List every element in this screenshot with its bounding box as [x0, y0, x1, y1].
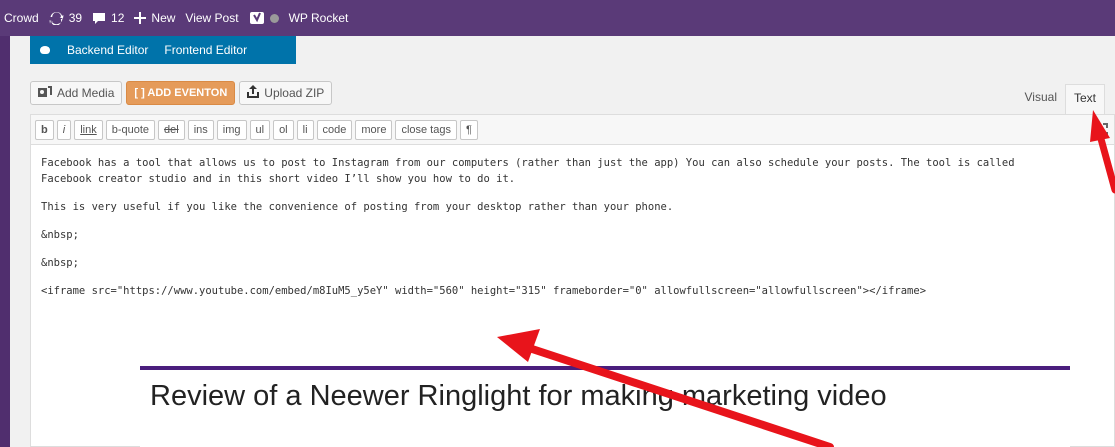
quicktag-li-button[interactable]: li — [296, 119, 314, 140]
frontend-editor-button[interactable]: Frontend Editor — [164, 43, 247, 57]
admin-bar: Crowd 39 12 New View Post WP Rocket — [0, 0, 1115, 36]
quicktag-img-button[interactable]: img — [216, 119, 247, 140]
quicktag-paragraph-button[interactable]: ¶ — [459, 119, 478, 140]
media-buttons: Add Media [ ] ADD EVENTON Upload ZIP — [30, 81, 333, 105]
add-media-button[interactable]: Add Media — [30, 81, 123, 105]
view-post-link[interactable]: View Post — [185, 0, 238, 36]
post-edit-area: Backend Editor Frontend Editor Add Media… — [10, 36, 1115, 447]
quicktags-toolbar: b i link b-quote del ins img ul ol li co… — [31, 115, 1114, 145]
comments-count: 12 — [111, 11, 125, 25]
backend-editor-button[interactable]: Backend Editor — [67, 43, 148, 57]
updates-icon — [49, 11, 64, 25]
wp-rocket-menu[interactable]: WP Rocket — [289, 0, 349, 36]
new-content-link[interactable]: New — [134, 0, 175, 36]
builder-logo-icon — [40, 46, 50, 54]
editor-textarea[interactable]: Facebook has a tool that allows us to po… — [31, 145, 1114, 321]
content-paragraph: This is very useful if you like the conv… — [41, 201, 674, 213]
content-nbsp: &nbsp; — [41, 229, 79, 241]
tab-text[interactable]: Text — [1064, 84, 1105, 114]
yoast-menu[interactable] — [249, 0, 279, 36]
view-post-label: View Post — [185, 11, 239, 25]
quicktag-close-tags-button[interactable]: close tags — [395, 119, 457, 140]
quicktag-link-button[interactable]: link — [74, 119, 103, 140]
editor-tabs: Visual Text — [1017, 84, 1105, 114]
add-eventon-button[interactable]: [ ] ADD EVENTON — [126, 81, 236, 105]
yoast-icon — [249, 10, 265, 26]
upload-icon — [247, 85, 260, 101]
content-nbsp: &nbsp; — [41, 257, 79, 269]
quicktag-bold-button[interactable]: b — [35, 119, 54, 140]
quicktag-code-button[interactable]: code — [316, 119, 353, 140]
updates-link[interactable]: 39 — [49, 0, 82, 36]
comments-link[interactable]: 12 — [92, 0, 124, 36]
add-eventon-label: [ ] ADD EVENTON — [134, 87, 228, 99]
quicktag-ins-button[interactable]: ins — [187, 119, 214, 140]
quicktag-ol-button[interactable]: ol — [273, 119, 294, 140]
thumbnail-title: Review of a Neewer Ringlight for making … — [150, 380, 887, 412]
quicktag-more-button[interactable]: more — [355, 119, 393, 140]
site-name-label: Crowd — [4, 11, 39, 25]
seo-status-dot-icon — [269, 13, 279, 23]
comment-icon — [92, 12, 106, 25]
content-paragraph: Facebook has a tool that allows us to po… — [41, 157, 1015, 185]
quicktag-del-button[interactable]: del — [158, 119, 185, 140]
new-label: New — [151, 11, 176, 25]
updates-count: 39 — [68, 11, 83, 25]
add-media-label: Add Media — [57, 86, 115, 100]
site-name-link[interactable]: Crowd — [4, 0, 39, 36]
quicktag-italic-button[interactable]: i — [56, 119, 72, 140]
tab-visual[interactable]: Visual — [1017, 84, 1065, 114]
page-builder-switch[interactable]: Backend Editor Frontend Editor — [30, 36, 296, 64]
wp-rocket-label: WP Rocket — [288, 11, 349, 25]
upload-zip-label: Upload ZIP — [264, 86, 325, 100]
content-iframe-code: <iframe src="https://www.youtube.com/emb… — [41, 285, 927, 297]
fullscreen-icon[interactable] — [1094, 123, 1108, 142]
video-thumbnail-overlay: Review of a Neewer Ringlight for making … — [140, 366, 1070, 447]
quicktag-bquote-button[interactable]: b-quote — [105, 119, 156, 140]
plus-icon — [134, 12, 147, 24]
media-icon — [38, 85, 52, 101]
quicktag-ul-button[interactable]: ul — [249, 119, 271, 140]
upload-zip-button[interactable]: Upload ZIP — [239, 81, 333, 105]
